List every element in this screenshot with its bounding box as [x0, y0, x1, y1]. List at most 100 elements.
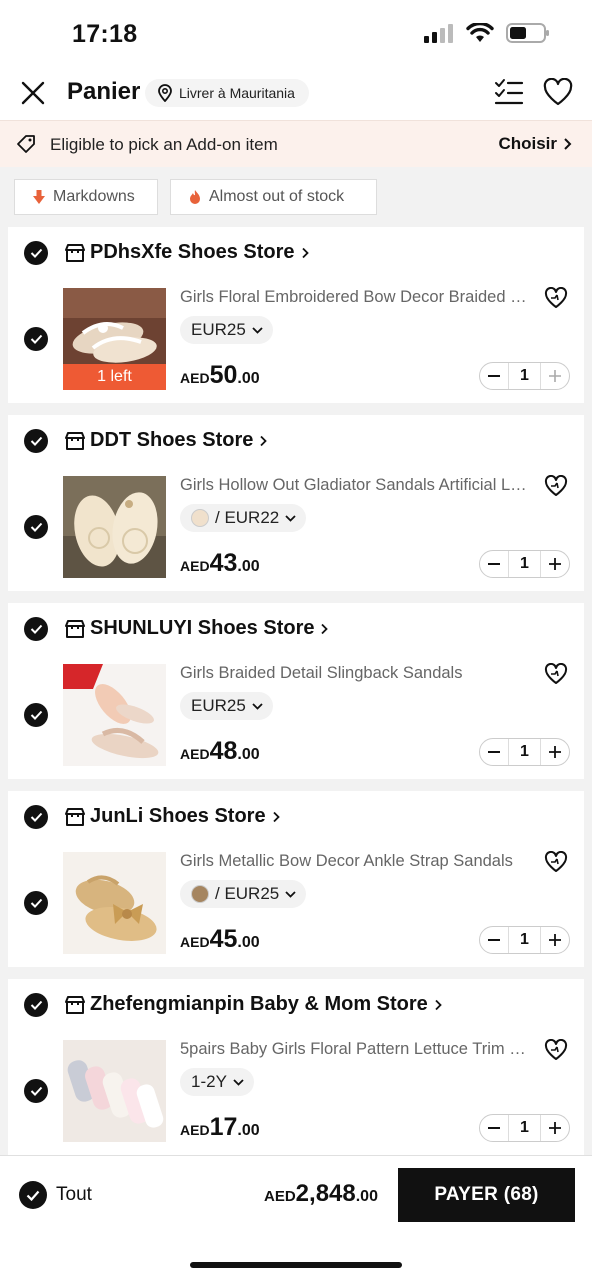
store-name-link[interactable]: JunLi Shoes Store — [90, 805, 280, 828]
variant-selector[interactable]: / EUR22 — [180, 504, 307, 532]
variant-selector[interactable]: / EUR25 — [180, 880, 307, 908]
addon-banner[interactable]: Eligible to pick an Add-on item Choisir — [0, 120, 592, 167]
checklist-icon[interactable] — [494, 78, 524, 106]
store-name-link[interactable]: PDhsXfe Shoes Store — [90, 241, 309, 264]
variant-selector[interactable]: 1-2Y — [180, 1068, 254, 1096]
increase-button[interactable] — [541, 551, 569, 577]
filter-row: Markdowns Almost out of stock — [0, 167, 592, 225]
increase-button[interactable] — [541, 1115, 569, 1141]
decrease-button[interactable] — [480, 927, 508, 953]
product-image[interactable] — [63, 476, 166, 578]
sandal-image — [63, 852, 166, 954]
checkmark-icon — [30, 248, 42, 258]
product-title[interactable]: 5pairs Baby Girls Floral Pattern Lettuce… — [180, 1040, 532, 1059]
store-name-link[interactable]: DDT Shoes Store — [90, 429, 268, 452]
variant-label: 1-2Y — [191, 1072, 227, 1091]
variant-label: EUR25 — [191, 320, 246, 339]
store-checkbox[interactable] — [24, 805, 48, 829]
price-decimal: .00 — [237, 934, 260, 951]
heart-plus-icon[interactable] — [544, 287, 568, 309]
price-integer: 50 — [209, 361, 238, 389]
store-name: SHUNLUYI Shoes Store — [90, 617, 315, 639]
quantity-value[interactable]: 1 — [508, 1115, 541, 1141]
minus-icon — [488, 563, 500, 565]
item-checkbox[interactable] — [24, 1079, 48, 1103]
store-header: DDT Shoes Store — [8, 415, 584, 467]
item-checkbox[interactable] — [24, 891, 48, 915]
decrease-button[interactable] — [480, 363, 508, 389]
checkmark-icon — [30, 1000, 42, 1010]
price-currency: AED — [180, 934, 210, 950]
stock-badge: 1 left — [63, 364, 166, 390]
product-price: AED 50 .00 — [180, 361, 260, 390]
cart-total: AED 2,848 .00 — [264, 1180, 378, 1208]
quantity-value[interactable]: 1 — [508, 363, 541, 389]
increase-button[interactable] — [541, 363, 569, 389]
heart-plus-icon[interactable] — [544, 1039, 568, 1061]
color-swatch — [191, 885, 209, 903]
product-image[interactable] — [63, 1040, 166, 1142]
select-all-label[interactable]: Tout — [56, 1184, 92, 1206]
item-checkbox[interactable] — [24, 703, 48, 727]
price-integer: 17 — [209, 1113, 238, 1141]
store-name: Zhefengmianpin Baby & Mom Store — [90, 993, 428, 1015]
quantity-value[interactable]: 1 — [508, 551, 541, 577]
tag-icon — [17, 135, 35, 153]
store-card: SHUNLUYI Shoes Store Girls Braided Detai… — [8, 603, 584, 779]
arrow-down-icon — [33, 190, 45, 204]
store-checkbox[interactable] — [24, 429, 48, 453]
decrease-button[interactable] — [480, 1115, 508, 1141]
store-card: DDT Shoes Store Girls Hollow Out Gladiat… — [8, 415, 584, 591]
store-name-link[interactable]: Zhefengmianpin Baby & Mom Store — [90, 993, 442, 1016]
product-title[interactable]: Girls Metallic Bow Decor Ankle Strap San… — [180, 852, 532, 871]
decrease-button[interactable] — [480, 551, 508, 577]
store-name-link[interactable]: SHUNLUYI Shoes Store — [90, 617, 329, 640]
wishlist-heart-icon[interactable] — [543, 78, 573, 106]
select-all-checkbox[interactable] — [19, 1181, 47, 1209]
product-title[interactable]: Girls Braided Detail Slingback Sandals — [180, 664, 532, 683]
store-checkbox[interactable] — [24, 617, 48, 641]
quantity-value[interactable]: 1 — [508, 739, 541, 765]
product-price: AED 48 .00 — [180, 737, 260, 766]
variant-selector[interactable]: EUR25 — [180, 316, 273, 344]
total-integer: 2,848 — [295, 1180, 356, 1207]
store-icon — [65, 244, 85, 262]
store-checkbox[interactable] — [24, 241, 48, 265]
checkmark-icon — [30, 898, 42, 908]
sandal-image — [63, 476, 166, 578]
filter-chip-almost-out[interactable]: Almost out of stock — [170, 179, 377, 215]
pay-button[interactable]: PAYER (68) — [398, 1168, 575, 1222]
product-image[interactable] — [63, 664, 166, 766]
addon-choose-link[interactable]: Choisir — [498, 134, 572, 154]
product-title[interactable]: Girls Hollow Out Gladiator Sandals Artif… — [180, 476, 532, 495]
increase-button[interactable] — [541, 927, 569, 953]
heart-plus-icon[interactable] — [544, 851, 568, 873]
product-image[interactable] — [63, 852, 166, 954]
close-icon[interactable] — [18, 78, 48, 108]
variant-selector[interactable]: EUR25 — [180, 692, 273, 720]
heart-plus-icon[interactable] — [544, 475, 568, 497]
chevron-right-icon — [435, 999, 442, 1010]
chevron-right-icon — [260, 435, 268, 446]
signal-icon — [424, 24, 453, 43]
store-icon — [65, 996, 85, 1014]
home-indicator[interactable] — [190, 1262, 402, 1268]
price-integer: 45 — [209, 925, 238, 953]
product-image[interactable]: 1 left — [63, 288, 166, 390]
ship-to-selector[interactable]: Livrer à Mauritania — [145, 79, 309, 107]
store-checkbox[interactable] — [24, 993, 48, 1017]
ship-to-label: Livrer à Mauritania — [179, 85, 295, 101]
heart-plus-icon[interactable] — [544, 663, 568, 685]
item-checkbox[interactable] — [24, 327, 48, 351]
chevron-right-icon — [564, 138, 572, 150]
item-checkbox[interactable] — [24, 515, 48, 539]
sandal-image — [63, 664, 166, 766]
checkmark-icon — [26, 1190, 40, 1201]
increase-button[interactable] — [541, 739, 569, 765]
chevron-right-icon — [321, 623, 329, 634]
quantity-value[interactable]: 1 — [508, 927, 541, 953]
product-title[interactable]: Girls Floral Embroidered Bow Decor Braid… — [180, 288, 532, 307]
filter-chip-markdowns[interactable]: Markdowns — [14, 179, 158, 215]
decrease-button[interactable] — [480, 739, 508, 765]
minus-icon — [488, 1127, 500, 1129]
